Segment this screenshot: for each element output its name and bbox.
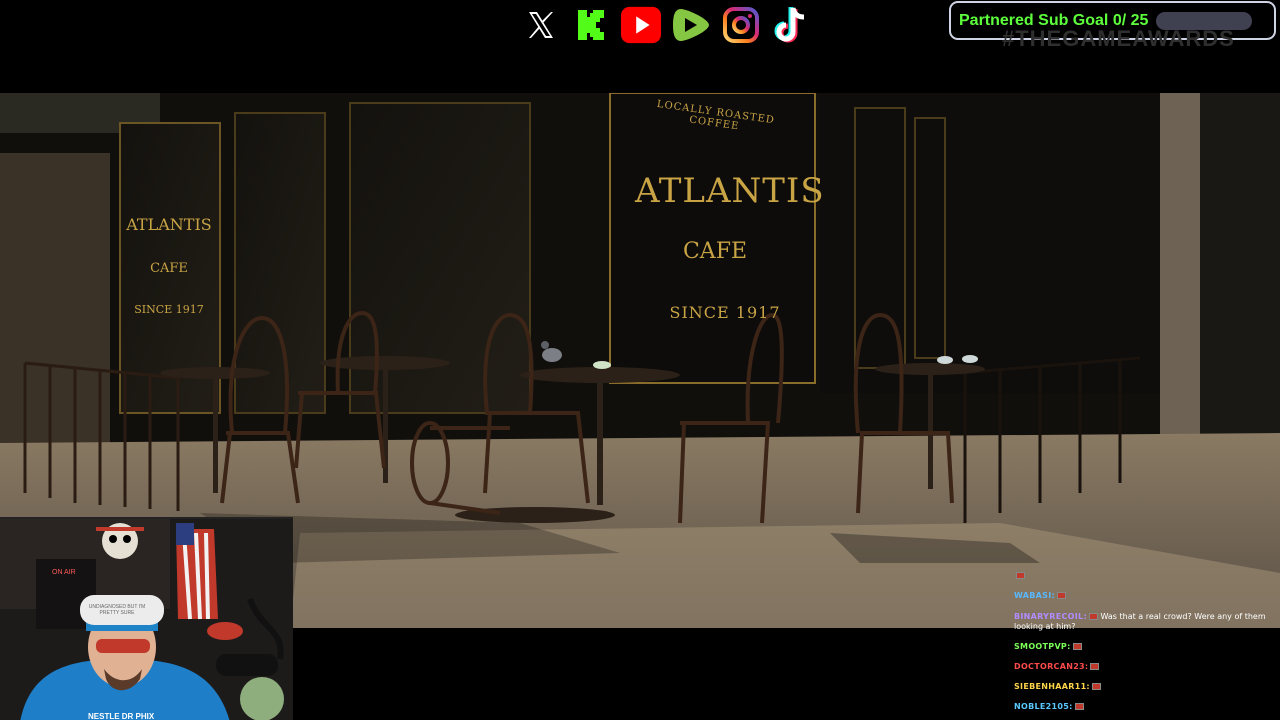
x-icon[interactable] (520, 4, 562, 46)
hat-text: UNDIAGNOSED BUT I'M PRETTY SURE (88, 604, 146, 616)
social-links-bar (520, 4, 812, 46)
chat-message: NOBLE2105: (1014, 702, 1276, 712)
chat-username: WABASI: (1014, 591, 1055, 600)
left-sign-title: ATLANTIS (126, 215, 212, 234)
chat-badge-icon (1072, 643, 1082, 650)
game-awards-watermark: #THEGAMEAWARDS (1002, 26, 1235, 51)
window-sign-title: ATLANTIS (635, 171, 825, 211)
chat-username: SMOOTPVP: (1014, 642, 1071, 651)
shirt-text: NESTLE DR PHIX (88, 712, 155, 720)
chat-username: DOCTORCAN23: (1014, 662, 1089, 671)
kick-icon[interactable] (570, 4, 612, 46)
chat-username: BINARYRECOIL: (1014, 612, 1087, 621)
tiktok-icon[interactable] (770, 4, 812, 46)
instagram-icon[interactable] (720, 4, 762, 46)
streamer-webcam: ON AIR UNDIAGNOSED BUT I'M PRETTY SURE N… (0, 517, 293, 720)
chat-overlay: WABASI: BINARYRECOIL: Was that a real cro… (1014, 571, 1276, 720)
on-air-sign: ON AIR (52, 569, 76, 576)
window-sign-subtitle: CAFE (682, 239, 748, 264)
youtube-icon[interactable] (620, 4, 662, 46)
chat-message: BINARYRECOIL: Was that a real crowd? Wer… (1014, 612, 1276, 632)
chat-username: SIEBENHAAR11: (1014, 682, 1090, 691)
chat-badge-icon (1090, 663, 1100, 670)
chat-message: WABASI: (1014, 591, 1276, 601)
chat-badge-icon (1074, 703, 1084, 710)
webcam-feed-illustration (0, 519, 293, 720)
chat-message: DOCTORCAN23: (1014, 662, 1276, 672)
chat-message: SMOOTPVP: (1014, 642, 1276, 652)
window-sign-since: SINCE 1917 (669, 303, 781, 322)
left-sign-since: SINCE 1917 (134, 303, 204, 316)
rumble-icon[interactable] (670, 4, 712, 46)
chat-message (1014, 571, 1276, 581)
chat-badge-icon (1016, 572, 1025, 579)
chat-badge-icon (1088, 613, 1098, 620)
chat-message: SIEBENHAAR11: (1014, 682, 1276, 692)
chat-username: NOBLE2105: (1014, 702, 1073, 711)
left-sign-subtitle: CAFE (150, 261, 188, 276)
chat-badge-icon (1091, 683, 1101, 690)
chat-badge-icon (1056, 592, 1066, 599)
